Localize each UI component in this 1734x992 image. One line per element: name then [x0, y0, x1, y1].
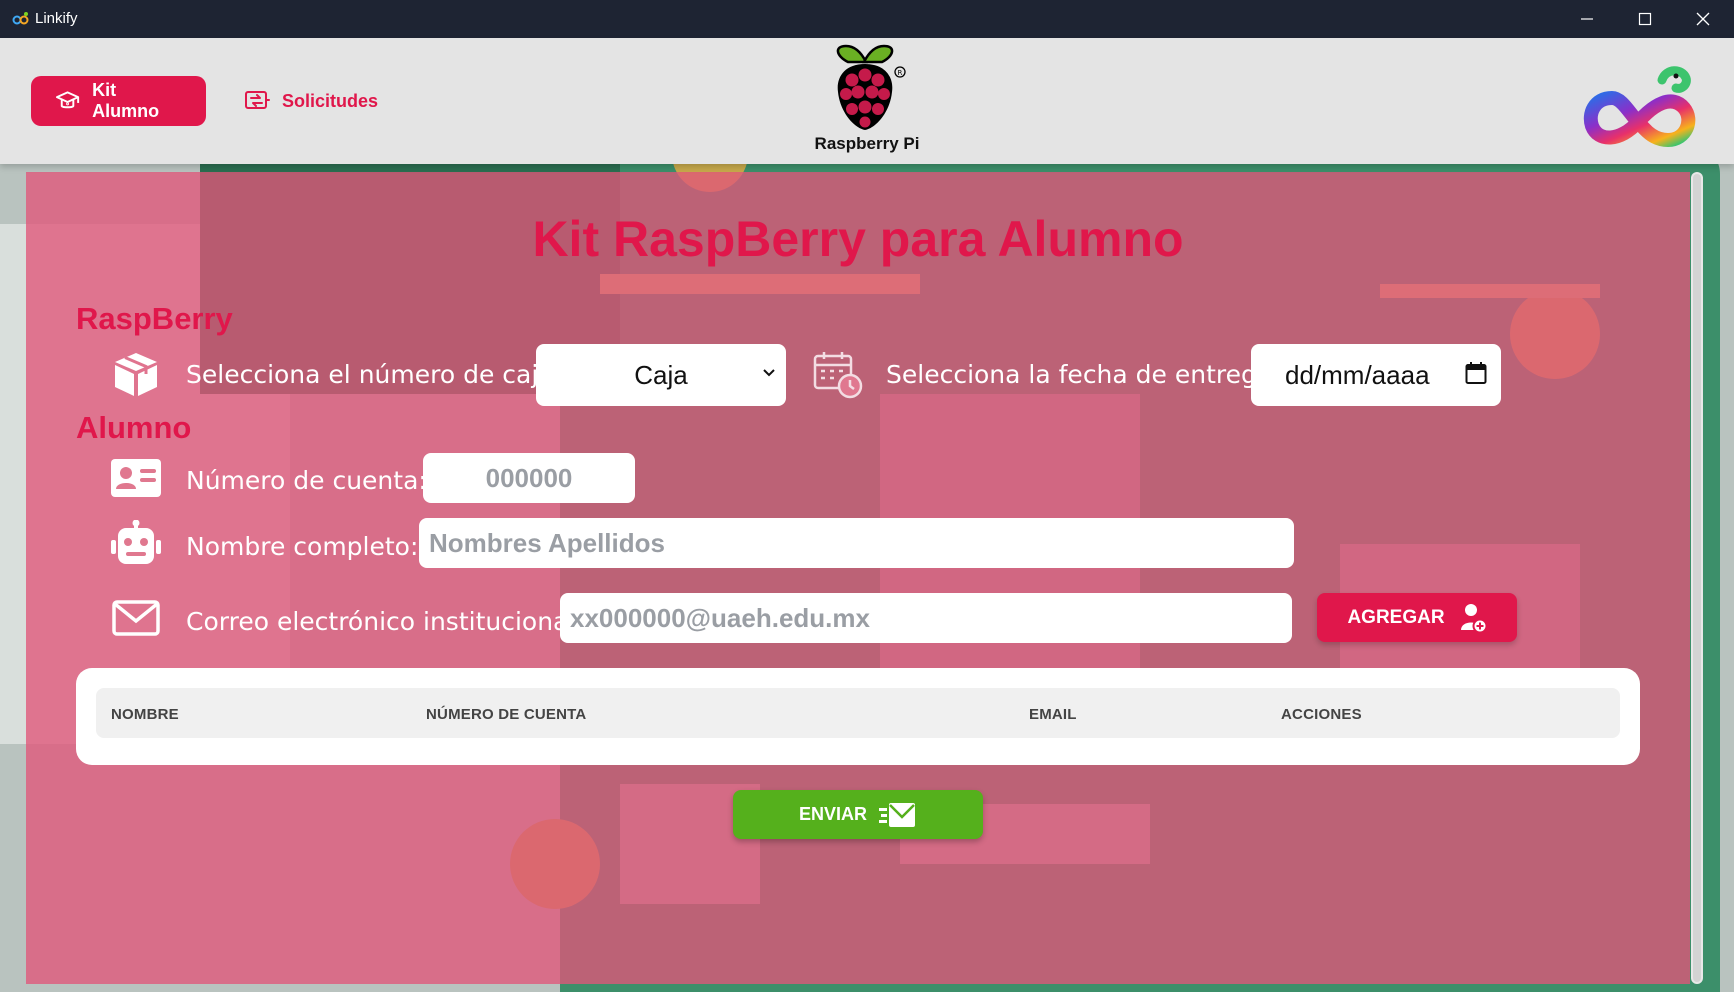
scrollbar-thumb[interactable]: [1693, 174, 1701, 982]
send-button-label: ENVIAR: [798, 804, 867, 824]
add-student-button[interactable]: AGREGAR: [1317, 593, 1517, 642]
box-number-label: Selecciona el número de caja:: [186, 360, 563, 389]
send-mail-icon: [879, 802, 915, 827]
student-section-heading: Alumno: [76, 410, 192, 445]
transfer-icon: [245, 91, 270, 109]
raspberry-pi-logo: R: [836, 44, 906, 130]
linkify-brand-logo: [1583, 66, 1696, 148]
close-button[interactable]: [1674, 0, 1732, 38]
full-name-input[interactable]: [419, 518, 1294, 568]
envelope-icon: [112, 598, 160, 638]
nav-solicitudes-label: Solicitudes: [282, 90, 379, 111]
nav-kit-alumno[interactable]: Kit Alumno: [31, 76, 206, 126]
maximize-icon: [1638, 12, 1652, 26]
main-panel: [26, 172, 1690, 984]
minimize-icon: [1581, 18, 1593, 20]
column-header-account: NÚMERO DE CUENTA: [426, 706, 587, 723]
nav-solicitudes[interactable]: Solicitudes: [220, 76, 400, 126]
students-table: NOMBRE NÚMERO DE CUENTA EMAIL ACCIONES: [76, 668, 1640, 765]
box-icon: [110, 350, 162, 398]
minimize-button[interactable]: [1558, 0, 1616, 38]
page-title: Kit RaspBerry para Alumno: [532, 211, 1184, 267]
box-number-select-value: Caja: [634, 359, 688, 390]
id-card-icon: [110, 456, 162, 500]
account-number-input[interactable]: [423, 453, 635, 503]
app-header: Kit Alumno Solicitudes R Raspberry Pi: [0, 38, 1734, 164]
email-label: Correo electrónico institucional:: [186, 607, 584, 636]
delivery-date-placeholder: dd/mm/aaaa: [1285, 359, 1430, 390]
nav-kit-alumno-label: Kit Alumno: [92, 80, 160, 121]
raspberry-section-heading: RaspBerry: [76, 301, 233, 336]
table-header-row: NOMBRE NÚMERO DE CUENTA EMAIL ACCIONES: [96, 688, 1620, 738]
add-user-icon: [1460, 603, 1487, 633]
calendar-icon[interactable]: [1465, 361, 1487, 385]
svg-text:R: R: [898, 69, 903, 77]
graduation-cap-icon: [55, 91, 80, 109]
account-number-label: Número de cuenta:: [186, 466, 427, 495]
delivery-date-label: Selecciona la fecha de entrega:: [886, 360, 1281, 389]
robot-icon: [110, 519, 162, 566]
column-header-actions: ACCIONES: [1281, 706, 1362, 723]
column-header-email: EMAIL: [1029, 706, 1077, 723]
window-titlebar: Linkify: [0, 0, 1734, 38]
maximize-button[interactable]: [1616, 0, 1674, 38]
scrollbar[interactable]: [1691, 172, 1703, 984]
linkify-app-icon: [12, 12, 29, 25]
window-title: Linkify: [35, 10, 78, 27]
full-name-label: Nombre completo:: [186, 532, 419, 561]
box-number-select[interactable]: Caja: [536, 344, 786, 406]
add-student-button-label: AGREGAR: [1347, 606, 1445, 628]
delivery-date-input[interactable]: dd/mm/aaaa: [1251, 344, 1501, 406]
chevron-down-icon: [763, 369, 775, 377]
send-button[interactable]: ENVIAR: [733, 790, 983, 839]
calendar-clock-icon: [812, 348, 864, 400]
column-header-name: NOMBRE: [111, 706, 179, 723]
email-input[interactable]: [560, 593, 1292, 643]
close-icon: [1696, 12, 1710, 26]
raspberry-pi-label: Raspberry Pi: [814, 134, 920, 153]
